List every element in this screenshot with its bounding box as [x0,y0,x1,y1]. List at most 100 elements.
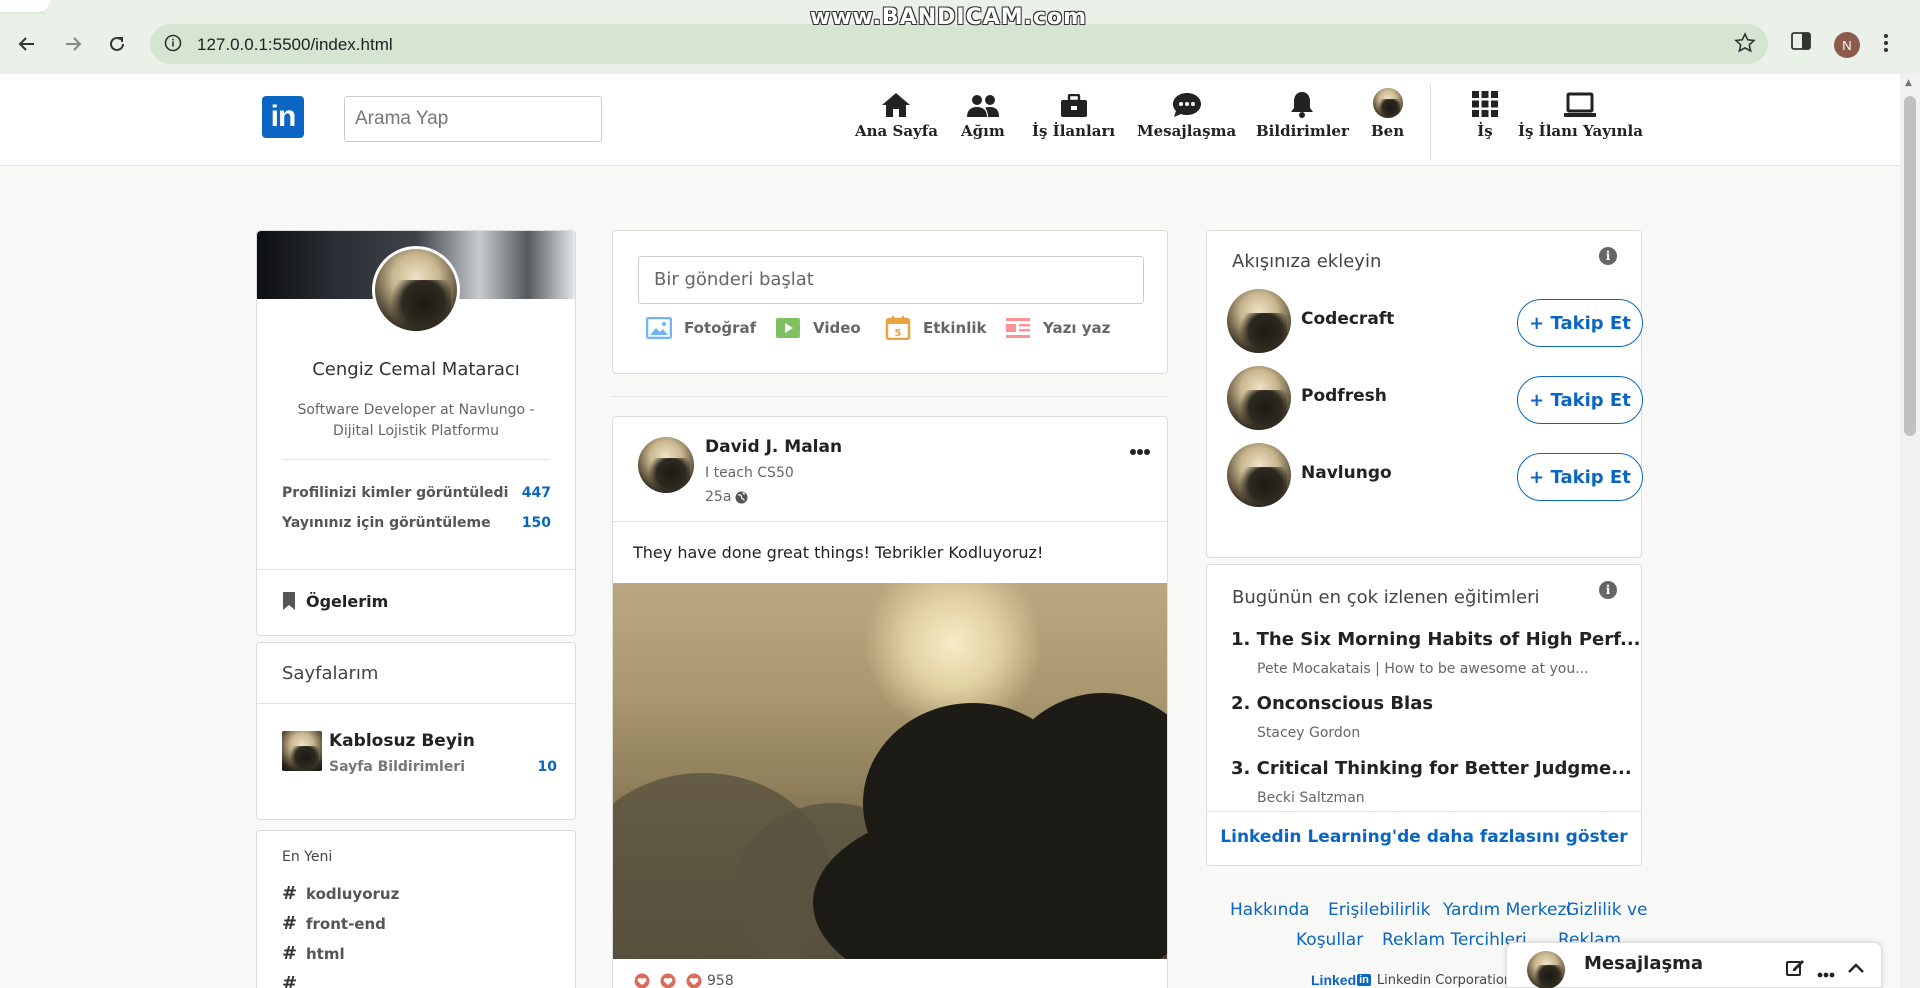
courses-more-link[interactable]: Linkedin Learning'de daha fazlasını göst… [1207,827,1641,847]
site-info-icon[interactable] [164,34,182,56]
top-nav: in Arama Yap Ana Sayfa Ağım İş İlanları … [0,74,1900,166]
nav-label: Bildirimler [1256,122,1349,140]
nav-notifications[interactable]: Bildirimler [1256,88,1349,140]
course-title-text: Critical Thinking for Better Judgme... [1256,758,1632,779]
nav-messaging[interactable]: Mesajlaşma [1137,88,1236,140]
profile-avatar[interactable]: N [1834,32,1860,58]
composer-video-button[interactable]: Video [775,317,861,339]
nav-home[interactable]: Ana Sayfa [855,88,938,140]
page-name[interactable]: Kablosuz Beyin [329,731,475,751]
post-text: They have done great things! Tebrikler K… [633,543,1044,562]
footer-link-terms[interactable]: Koşullar [1296,930,1363,950]
divider [257,569,575,570]
nav-network[interactable]: Ağım [961,88,1005,140]
video-icon [775,317,801,339]
reload-button[interactable] [103,30,131,58]
stat-profile-views-label[interactable]: Profilinizi kimler görüntüledi [282,485,508,501]
nav-me[interactable]: Ben [1371,88,1404,140]
scroll-up-arrow[interactable]: ▲ [1905,78,1912,88]
stat-post-views-label[interactable]: Yayınınız için görüntüleme [282,515,491,531]
footer-copyright: Linkedin Corporation [1376,972,1513,988]
info-icon[interactable]: i [1599,581,1617,599]
composer-article-button[interactable]: Yazı yaz [1005,317,1110,339]
footer-brand-text: Linked [1311,972,1357,988]
follow-name[interactable]: Navlungo [1301,463,1392,483]
follow-button[interactable]: + Takip Et [1517,376,1643,424]
start-post-input[interactable]: Bir gönderi başlat [638,256,1144,304]
follow-button[interactable]: + Takip Et [1517,453,1643,501]
divider [282,459,550,460]
pages-title: Sayfalarım [282,663,379,684]
follow-avatar[interactable] [1227,289,1291,353]
post-author-name[interactable]: David J. Malan [705,437,842,457]
nav-label: Ağım [961,122,1005,140]
post-image[interactable] [613,583,1167,959]
course-item-title[interactable]: 1. The Six Morning Habits of High Perf..… [1231,629,1641,650]
follow-avatar[interactable] [1227,443,1291,507]
hashtag-item[interactable]: # front-end [282,913,386,934]
stat-profile-views-value[interactable]: 447 [522,485,551,501]
footer-link-ad-prefs[interactable]: Reklam Tercihleri [1382,930,1527,950]
footer-brand: Linked in Linkedin Corporation [1311,972,1512,988]
post-reactions[interactable]: 958 [633,973,734,988]
follow-title: Akışınıza ekleyin [1232,251,1382,272]
follow-button[interactable]: + Takip Et [1517,299,1643,347]
svg-text:5: 5 [895,328,902,339]
compose-icon[interactable] [1785,957,1805,981]
bookmark-star-icon[interactable] [1734,32,1756,58]
nav-work[interactable]: İş [1471,88,1499,140]
info-icon[interactable]: i [1599,247,1617,265]
page-notifications-label[interactable]: Sayfa Bildirimleri [329,759,465,775]
grid-icon [1471,88,1499,118]
follow-card: Akışınıza ekleyin i Codecraft + Takip Et… [1206,230,1643,558]
page-thumbnail[interactable] [282,731,322,771]
divider [257,703,575,704]
course-item-sub: Pete Mocakatais | How to be awesome at y… [1257,661,1589,677]
page-scrollbar[interactable]: ▲ [1900,74,1920,988]
hashtag-item[interactable]: # kodluyoruz [282,883,399,904]
hashtag-item[interactable]: # html [282,943,345,964]
watermark: www.BANDICAM.com [810,5,1088,30]
course-item-title[interactable]: 2. Onconscious Blas [1231,693,1433,714]
back-button[interactable] [13,30,41,58]
course-number: 3. [1231,758,1251,779]
composer-event-button[interactable]: 5 Etkinlik [885,316,987,340]
follow-avatar[interactable] [1227,366,1291,430]
post-author-avatar[interactable] [638,437,694,493]
nav-label: Ana Sayfa [855,122,938,140]
footer-link-privacy[interactable]: Gizlilik ve [1566,900,1647,920]
nav-post-job[interactable]: İş İlanı Yayınla [1518,88,1643,140]
footer-link-help[interactable]: Yardım Merkezi [1443,900,1571,920]
chevron-up-icon[interactable] [1847,959,1865,978]
linkedin-logo[interactable]: in [262,96,304,138]
active-tab[interactable] [0,0,50,12]
follow-name[interactable]: Codecraft [1301,309,1394,329]
follow-name[interactable]: Podfresh [1301,386,1387,406]
stat-post-views-value[interactable]: 150 [522,515,551,531]
messaging-more-icon[interactable] [1817,963,1835,982]
briefcase-icon [1060,88,1088,118]
post-more-icon[interactable] [1129,441,1151,460]
course-number: 1. [1231,629,1251,650]
course-item-title[interactable]: 3. Critical Thinking for Better Judgme..… [1231,758,1632,779]
scroll-thumb[interactable] [1904,96,1916,436]
nav-jobs[interactable]: İş İlanları [1032,88,1115,140]
address-bar[interactable]: 127.0.0.1:5500/index.html [150,24,1768,64]
footer-link-about[interactable]: Hakkında [1230,900,1310,920]
users-icon [966,88,1000,118]
saved-items-link[interactable]: Ögelerim [282,591,388,611]
forward-button[interactable] [59,30,87,58]
page-notifications-count[interactable]: 10 [538,759,557,775]
composer-action-label: Etkinlik [923,319,987,337]
messaging-bar[interactable]: Mesajlaşma [1506,942,1882,988]
composer-photo-button[interactable]: Fotoğraf [646,317,756,339]
reaction-count: 958 [707,973,734,988]
side-panel-icon[interactable] [1790,30,1812,56]
chat-icon [1172,88,1202,118]
footer-link-accessibility[interactable]: Erişilebilirlik [1328,900,1430,920]
menu-kebab-icon[interactable] [1882,32,1890,58]
profile-photo[interactable] [372,246,460,334]
profile-name[interactable]: Cengiz Cemal Mataracı [257,359,575,380]
search-input[interactable]: Arama Yap [344,96,602,142]
globe-icon [735,491,748,503]
